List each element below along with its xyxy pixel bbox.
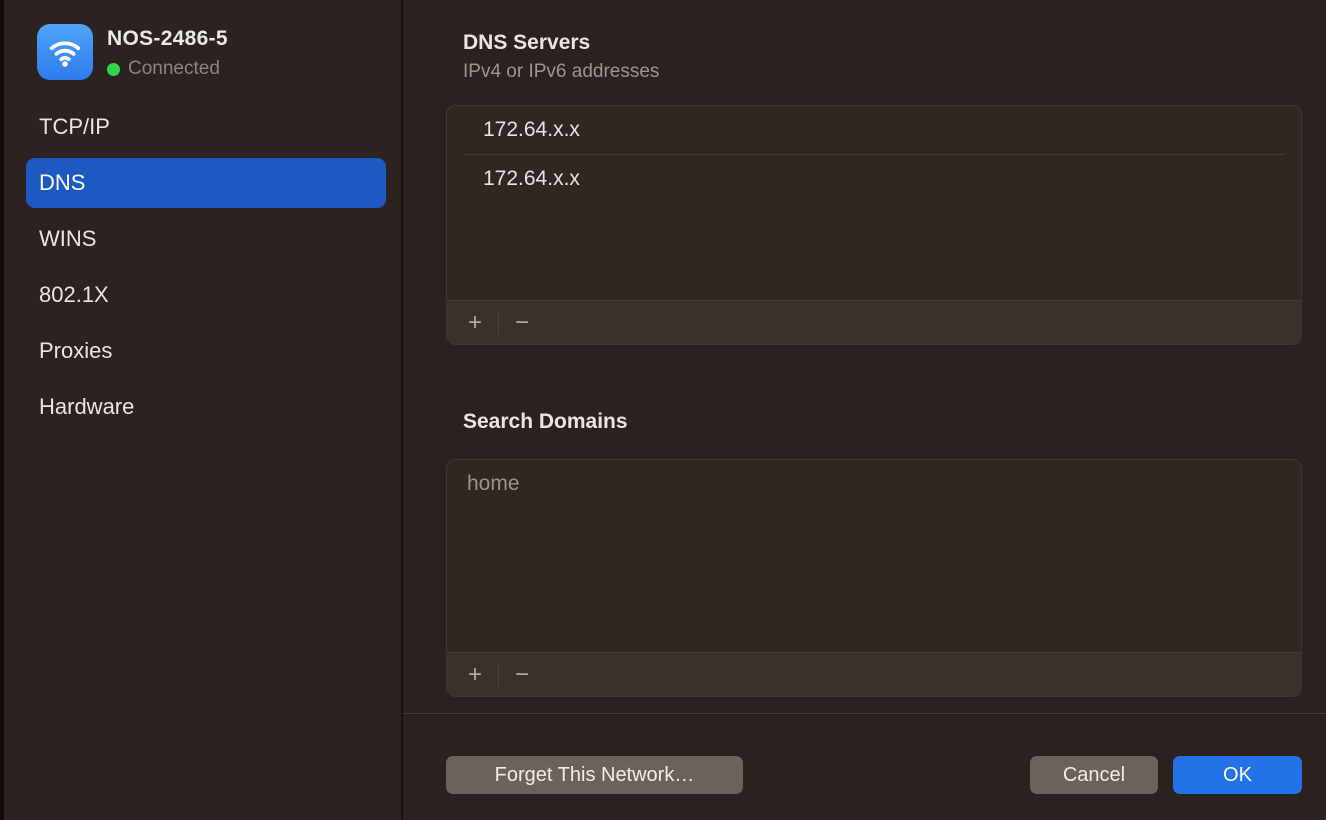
sidebar-nav: TCP/IP DNS WINS 802.1X Proxies Hardware (26, 102, 386, 438)
toolbar-separator (498, 663, 499, 687)
search-domain-value: home (467, 472, 520, 496)
dns-servers-subtitle: IPv4 or IPv6 addresses (463, 61, 659, 83)
sidebar-item-tcpip[interactable]: TCP/IP (26, 102, 386, 152)
search-domains-rows: home (447, 460, 1301, 652)
dns-server-value: 172.64.x.x (483, 167, 580, 191)
remove-dns-server-button[interactable]: − (504, 306, 540, 340)
dns-servers-title: DNS Servers (463, 31, 590, 55)
sidebar-item-wins[interactable]: WINS (26, 214, 386, 264)
dns-server-row[interactable]: 172.64.x.x (447, 106, 1301, 154)
connection-text: NOS-2486-5 Connected (107, 24, 228, 80)
sidebar-item-hardware[interactable]: Hardware (26, 382, 386, 432)
sidebar-item-label: Proxies (39, 338, 112, 364)
toolbar-separator (498, 311, 499, 335)
search-domains-title: Search Domains (463, 410, 628, 434)
forget-network-button[interactable]: Forget This Network… (446, 756, 743, 794)
sidebar-item-proxies[interactable]: Proxies (26, 326, 386, 376)
dns-server-row[interactable]: 172.64.x.x (447, 155, 1301, 203)
sidebar-item-label: 802.1X (39, 282, 109, 308)
remove-search-domain-button[interactable]: − (504, 658, 540, 692)
dns-servers-toolbar: + − (447, 300, 1301, 344)
network-name: NOS-2486-5 (107, 27, 228, 51)
cancel-button[interactable]: Cancel (1030, 756, 1158, 794)
dns-servers-rows: 172.64.x.x 172.64.x.x (447, 106, 1301, 300)
add-search-domain-button[interactable]: + (457, 658, 493, 692)
dns-servers-list: 172.64.x.x 172.64.x.x + − (446, 105, 1302, 345)
sidebar-item-label: WINS (39, 226, 96, 252)
search-domains-toolbar: + − (447, 652, 1301, 696)
sidebar-item-dns[interactable]: DNS (26, 158, 386, 208)
sidebar-item-label: DNS (39, 170, 85, 196)
connection-status: Connected (107, 58, 228, 80)
sidebar: NOS-2486-5 Connected TCP/IP DNS WINS 802… (4, 0, 401, 820)
dns-pane: DNS Servers IPv4 or IPv6 addresses 172.6… (403, 0, 1326, 820)
dns-server-value: 172.64.x.x (483, 118, 580, 142)
status-label: Connected (128, 58, 220, 80)
ok-button[interactable]: OK (1173, 756, 1302, 794)
add-dns-server-button[interactable]: + (457, 306, 493, 340)
status-dot-icon (107, 63, 120, 76)
connection-header: NOS-2486-5 Connected (37, 24, 228, 80)
search-domains-list: home + − (446, 459, 1302, 697)
search-domain-row[interactable]: home (447, 460, 1301, 508)
footer-divider (403, 713, 1326, 714)
sidebar-item-label: Hardware (39, 394, 134, 420)
wifi-icon (37, 24, 93, 80)
sidebar-item-label: TCP/IP (39, 114, 110, 140)
sidebar-item-8021x[interactable]: 802.1X (26, 270, 386, 320)
